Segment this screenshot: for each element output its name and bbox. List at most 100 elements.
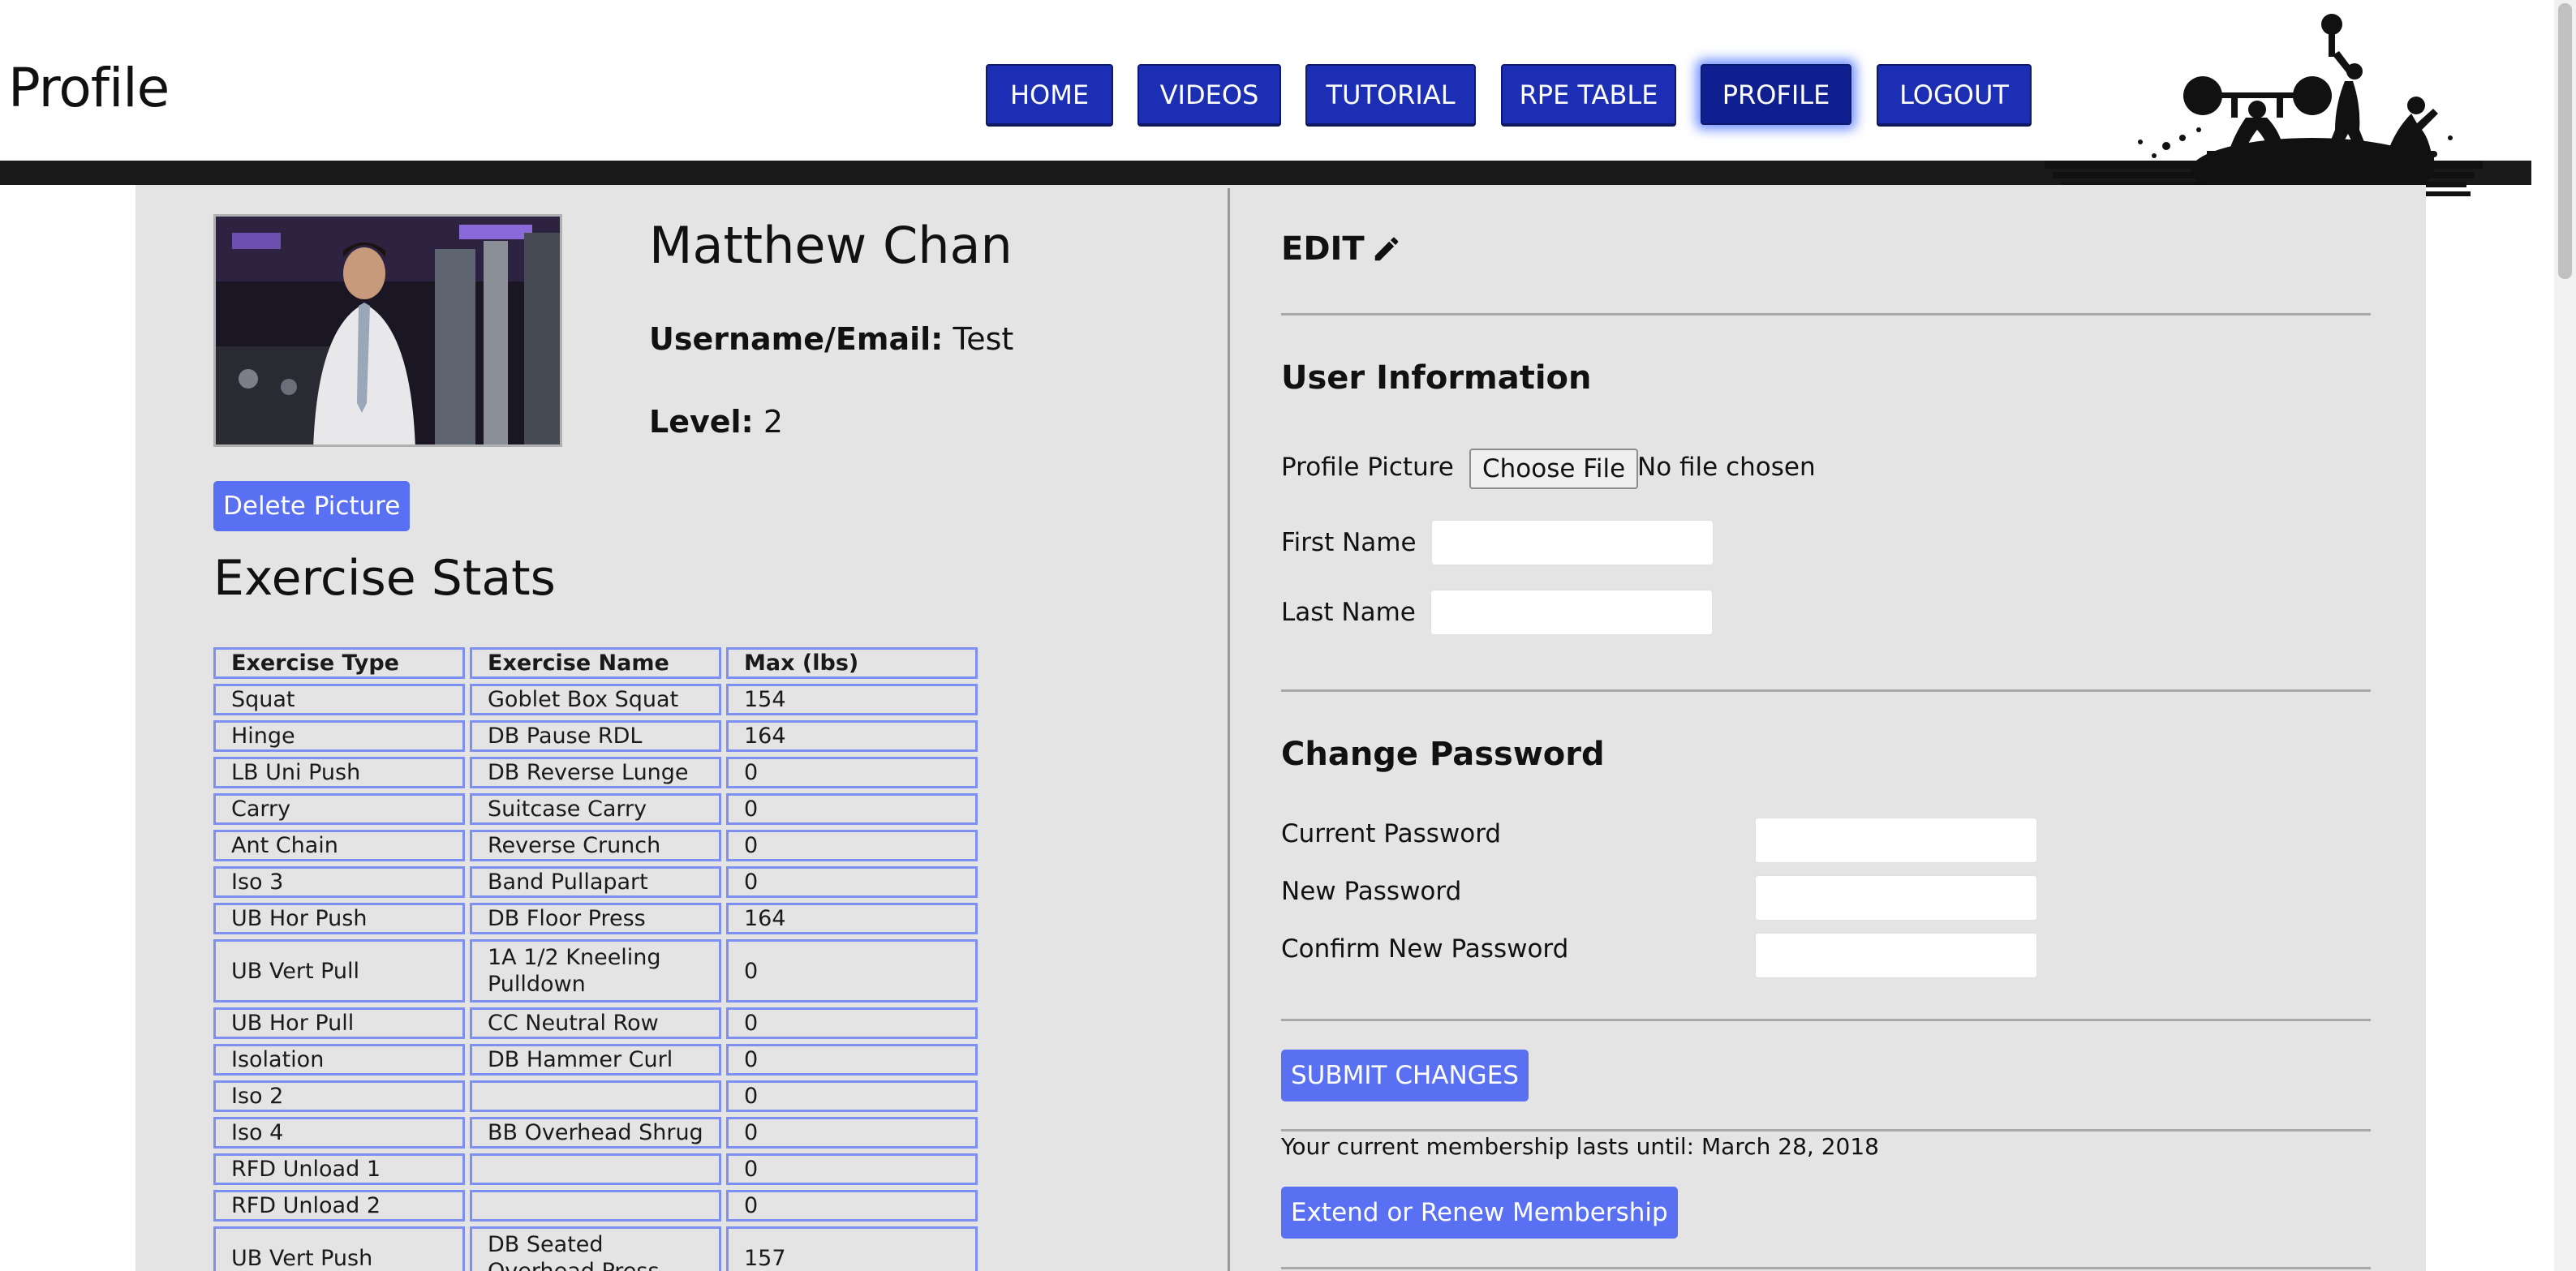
- exercise-type-cell: RFD Unload 1: [213, 1153, 465, 1185]
- username-value: Test: [953, 321, 1014, 357]
- page-title: Profile: [8, 57, 170, 119]
- exercise-name-cell: [470, 1153, 721, 1185]
- column-header: Exercise Type: [213, 647, 465, 679]
- exercise-type-cell: Ant Chain: [213, 830, 465, 861]
- first-name-field[interactable]: [1431, 520, 1714, 565]
- scrollbar-thumb[interactable]: [2558, 3, 2572, 279]
- exercise-name-cell: CC Neutral Row: [470, 1007, 721, 1039]
- table-row: Ant Chain Reverse Crunch 0: [213, 830, 978, 861]
- nav-tutorial-button[interactable]: TUTORIAL: [1305, 64, 1476, 125]
- exercise-name-cell: [470, 1190, 721, 1222]
- nav-logout-button[interactable]: LOGOUT: [1877, 64, 2032, 125]
- table-row: UB Hor Push DB Floor Press 164: [213, 903, 978, 934]
- exercise-name-cell: 1A 1/2 Kneeling Pulldown: [470, 939, 721, 1003]
- last-name-field[interactable]: [1430, 590, 1713, 635]
- exercise-max-cell: 0: [726, 1007, 978, 1039]
- exercise-type-cell: UB Hor Push: [213, 903, 465, 934]
- choose-file-button[interactable]: Choose File: [1469, 449, 1639, 489]
- exercise-type-cell: Isolation: [213, 1044, 465, 1076]
- exercise-max-cell: 0: [726, 1190, 978, 1222]
- table-row: RFD Unload 1 0: [213, 1153, 978, 1185]
- username-line: Username/Email: Test: [649, 321, 1013, 357]
- membership-status: Your current membership lasts until: Mar…: [1281, 1133, 1879, 1160]
- exercise-type-cell: LB Uni Push: [213, 757, 465, 788]
- table-row: UB Hor Pull CC Neutral Row 0: [213, 1007, 978, 1039]
- exercise-name-cell: DB Seated Overhead Press: [470, 1226, 721, 1271]
- new-password-field[interactable]: [1755, 875, 2037, 921]
- exercise-name-cell: BB Overhead Shrug: [470, 1117, 721, 1149]
- user-info-divider: [1281, 689, 2371, 692]
- table-row: Iso 3 Band Pullapart 0: [213, 866, 978, 898]
- confirm-password-field[interactable]: [1755, 933, 2037, 978]
- exercise-max-cell: 164: [726, 720, 978, 752]
- password-divider: [1281, 1019, 2371, 1021]
- exercise-max-cell: 0: [726, 939, 978, 1003]
- exercise-type-cell: UB Vert Push: [213, 1226, 465, 1271]
- new-password-label: New Password: [1281, 877, 1462, 906]
- column-divider: [1228, 188, 1230, 1271]
- exercise-max-cell: 0: [726, 1044, 978, 1076]
- level-value: 2: [763, 404, 784, 440]
- exercise-name-cell: Band Pullapart: [470, 866, 721, 898]
- exercise-max-cell: 164: [726, 903, 978, 934]
- profile-picture-label: Profile Picture: [1281, 453, 1454, 482]
- file-status: No file chosen: [1637, 453, 1816, 482]
- exercise-type-cell: Iso 2: [213, 1080, 465, 1112]
- username-label: Username/Email:: [649, 321, 944, 357]
- table-row: Hinge DB Pause RDL 164: [213, 720, 978, 752]
- nav-profile-button[interactable]: PROFILE: [1701, 64, 1851, 125]
- nav-home-button[interactable]: HOME: [986, 64, 1113, 125]
- exercise-type-cell: Hinge: [213, 720, 465, 752]
- current-password-label: Current Password: [1281, 819, 1502, 848]
- nav-videos-button[interactable]: VIDEOS: [1137, 64, 1281, 125]
- pencil-icon: [1374, 237, 1398, 261]
- table-row: UB Vert Pull 1A 1/2 Kneeling Pulldown 0: [213, 939, 978, 1003]
- exercise-type-cell: UB Hor Pull: [213, 1007, 465, 1039]
- exercise-name-cell: DB Hammer Curl: [470, 1044, 721, 1076]
- membership-divider: [1281, 1129, 2371, 1131]
- table-row: Iso 2 0: [213, 1080, 978, 1112]
- level-label: Level:: [649, 404, 754, 440]
- change-password-title: Change Password: [1281, 736, 1605, 773]
- bottom-divider: [1281, 1267, 2371, 1269]
- edit-divider: [1281, 313, 2371, 316]
- nav-rpe-table-button[interactable]: RPE TABLE: [1501, 64, 1676, 125]
- exercise-max-cell: 0: [726, 793, 978, 825]
- exercise-max-cell: 154: [726, 684, 978, 715]
- exercise-max-cell: 0: [726, 1117, 978, 1149]
- page-scrollbar[interactable]: [2554, 0, 2576, 1271]
- exercise-type-cell: Iso 3: [213, 866, 465, 898]
- exercise-name-cell: DB Reverse Lunge: [470, 757, 721, 788]
- extend-membership-button[interactable]: Extend or Renew Membership: [1281, 1187, 1678, 1239]
- exercise-type-cell: RFD Unload 2: [213, 1190, 465, 1222]
- edit-title: EDIT: [1281, 230, 1365, 268]
- confirm-password-label: Confirm New Password: [1281, 934, 1569, 964]
- exercise-type-cell: Carry: [213, 793, 465, 825]
- table-row: Carry Suitcase Carry 0: [213, 793, 978, 825]
- table-row: Iso 4 BB Overhead Shrug 0: [213, 1117, 978, 1149]
- first-name-label: First Name: [1281, 528, 1417, 557]
- delete-picture-button[interactable]: Delete Picture: [213, 481, 411, 531]
- exercise-name-cell: Goblet Box Squat: [470, 684, 721, 715]
- exercise-max-cell: 0: [726, 866, 978, 898]
- table-row: RFD Unload 2 0: [213, 1190, 978, 1222]
- table-row: LB Uni Push DB Reverse Lunge 0: [213, 757, 978, 788]
- user-name: Matthew Chan: [649, 216, 1013, 275]
- exercise-name-cell: DB Pause RDL: [470, 720, 721, 752]
- exercise-max-cell: 157: [726, 1226, 978, 1271]
- column-header: Max (lbs): [726, 647, 978, 679]
- user-info-title: User Information: [1281, 359, 1592, 397]
- exercise-stats-title: Exercise Stats: [213, 550, 556, 607]
- exercise-max-cell: 0: [726, 1153, 978, 1185]
- edit-heading: EDIT: [1281, 230, 1402, 268]
- profile-photo: [213, 214, 562, 447]
- exercise-name-cell: Suitcase Carry: [470, 793, 721, 825]
- profile-panel: Matthew Chan Username/Email: Test Level:…: [135, 185, 2426, 1271]
- exercise-max-cell: 0: [726, 757, 978, 788]
- table-row: UB Vert Push DB Seated Overhead Press 15…: [213, 1226, 978, 1271]
- submit-changes-button[interactable]: SUBMIT CHANGES: [1281, 1050, 1529, 1101]
- current-password-field[interactable]: [1755, 818, 2037, 863]
- exercise-stats-table: Exercise Type Exercise Name Max (lbs) Sq…: [209, 642, 983, 1271]
- exercise-name-cell: DB Floor Press: [470, 903, 721, 934]
- exercise-type-cell: Iso 4: [213, 1117, 465, 1149]
